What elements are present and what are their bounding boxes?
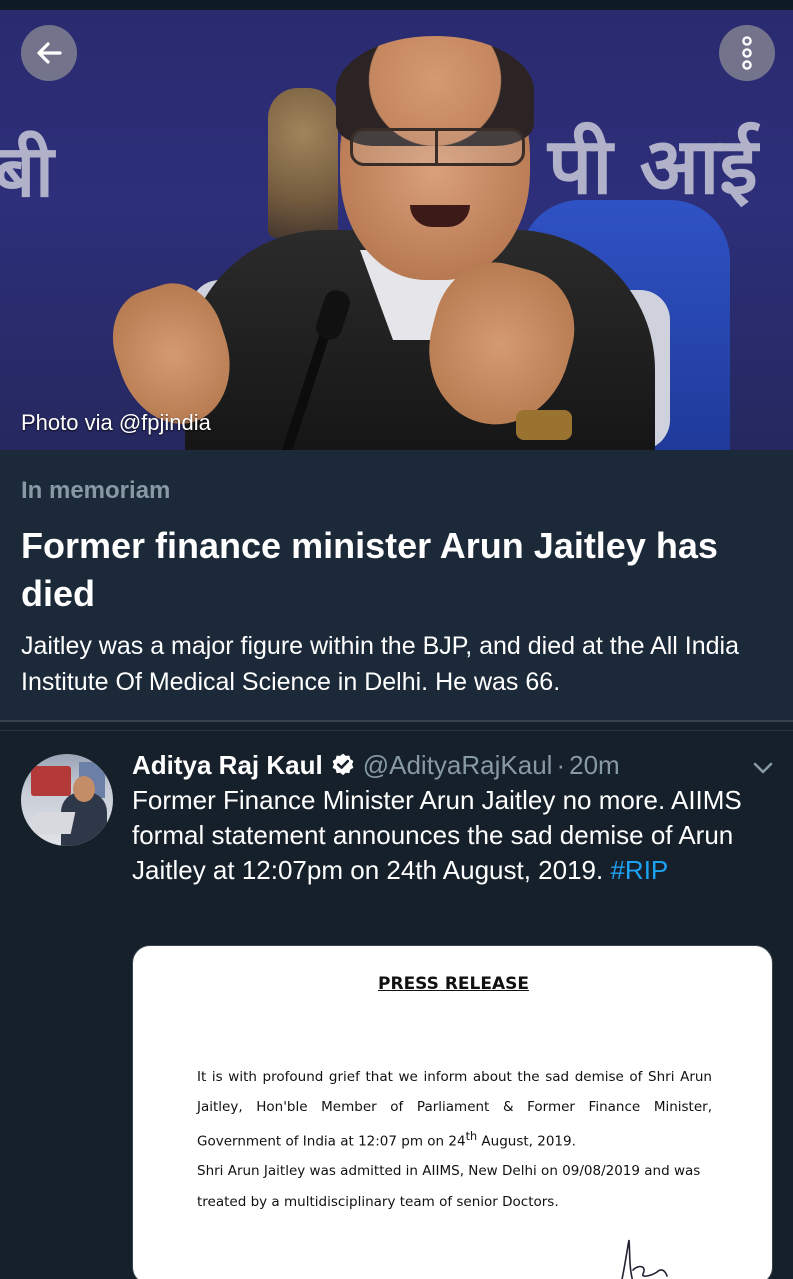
verified-badge-icon [332,753,354,776]
backdrop-text-left: बी [0,129,54,213]
tweet-header: Aditya Raj Kaul @AdityaRajKaul · 20m [132,748,732,782]
chevron-down-icon [753,762,773,774]
person-glasses [350,128,525,166]
divider [0,730,793,731]
more-options-button[interactable] [719,25,775,81]
status-strip [0,0,793,10]
tweet-menu-button[interactable] [748,754,778,782]
hero-photo[interactable]: बी पी आई Photo via @fpjindia [0,0,793,450]
back-button[interactable] [21,25,77,81]
author-name[interactable]: Aditya Raj Kaul [132,750,323,781]
tweet-media-image[interactable]: PRESS RELEASE It is with profound grief … [132,945,773,1279]
press-release-title: PRESS RELEASE [378,974,529,994]
photo-credit: Photo via @fpjindia [21,410,211,435]
tweet-timestamp[interactable]: 20m [569,750,620,781]
event-description: Jaitley was a major figure within the BJ… [21,632,740,696]
press-release-paragraph-2: Shri Arun Jaitley was admitted in AIIMS,… [197,1163,701,1210]
event-category: In memoriam [21,477,171,504]
author-handle[interactable]: @AdityaRajKaul [363,750,553,781]
press-release-paragraph-1: It is with profound grief that we inform… [197,1069,712,1150]
divider [0,720,793,722]
emblem-shape [268,88,338,238]
more-vertical-icon [742,36,752,70]
avatar[interactable] [21,754,113,846]
signature-mark [621,1239,668,1279]
wrist-watch [516,410,572,440]
tweet-text: Former Finance Minister Arun Jaitley no … [132,783,777,888]
hashtag-link[interactable]: #RIP [610,855,668,885]
separator-dot: · [556,749,566,780]
arrow-left-icon [37,42,62,64]
event-title: Former finance minister Arun Jaitley has… [21,525,718,614]
